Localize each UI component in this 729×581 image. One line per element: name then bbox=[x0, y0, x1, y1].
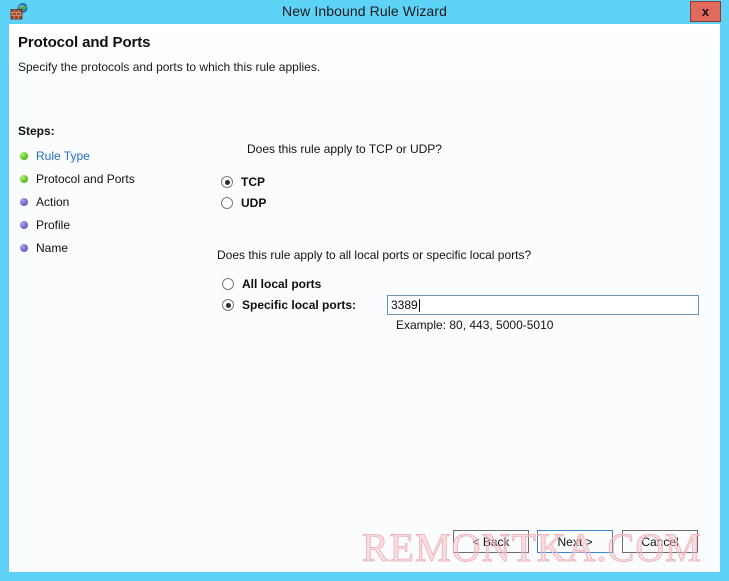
ports-example-hint: Example: 80, 443, 5000-5010 bbox=[396, 318, 554, 332]
radio-option-specific-local-ports[interactable]: Specific local ports: bbox=[222, 297, 356, 313]
step-label: Profile bbox=[36, 218, 71, 232]
step-bullet-icon bbox=[20, 198, 28, 206]
step-bullet-icon bbox=[20, 175, 28, 183]
step-item-action[interactable]: Action bbox=[18, 194, 69, 210]
step-bullet-icon bbox=[20, 152, 28, 160]
title-bar[interactable]: New Inbound Rule Wizard x bbox=[0, 0, 729, 22]
steps-heading: Steps: bbox=[18, 124, 55, 138]
step-label: Action bbox=[36, 195, 70, 209]
ports-question: Does this rule apply to all local ports … bbox=[217, 248, 532, 262]
content-pane: Does this rule apply to TCP or UDP? TCP … bbox=[209, 80, 720, 572]
radio-option-all-local-ports[interactable]: All local ports bbox=[222, 276, 321, 292]
specific-ports-value: 3389 bbox=[391, 298, 418, 312]
step-item-rule-type[interactable]: Rule Type bbox=[18, 148, 90, 164]
specific-ports-input[interactable]: 3389 bbox=[387, 295, 699, 315]
protocol-question: Does this rule apply to TCP or UDP? bbox=[247, 142, 442, 156]
page-title: Protocol and Ports bbox=[18, 34, 151, 51]
step-label: Name bbox=[36, 241, 69, 255]
radio-label: UDP bbox=[241, 196, 267, 210]
radio-option-udp[interactable]: UDP bbox=[221, 195, 266, 211]
step-label[interactable]: Rule Type bbox=[36, 149, 90, 163]
radio-label: All local ports bbox=[242, 277, 322, 291]
page-header: Protocol and Ports Specify the protocols… bbox=[9, 24, 720, 80]
radio-icon[interactable] bbox=[221, 197, 233, 209]
back-button[interactable]: < Back bbox=[453, 530, 529, 553]
step-item-profile[interactable]: Profile bbox=[18, 217, 70, 233]
cancel-button[interactable]: Cancel bbox=[622, 530, 698, 553]
step-item-protocol-and-ports[interactable]: Protocol and Ports bbox=[18, 171, 135, 187]
step-bullet-icon bbox=[20, 221, 28, 229]
radio-icon[interactable] bbox=[221, 176, 233, 188]
radio-label: Specific local ports: bbox=[242, 298, 357, 312]
step-item-name[interactable]: Name bbox=[18, 240, 68, 256]
close-icon[interactable]: x bbox=[690, 1, 721, 22]
step-bullet-icon bbox=[20, 244, 28, 252]
radio-icon[interactable] bbox=[222, 278, 234, 290]
steps-sidebar: Steps: Rule Type Protocol and Ports Acti… bbox=[9, 80, 209, 572]
dialog-body: Protocol and Ports Specify the protocols… bbox=[9, 24, 720, 572]
dialog-footer: < Back Next > Cancel bbox=[9, 516, 720, 572]
radio-icon[interactable] bbox=[222, 299, 234, 311]
radio-option-tcp[interactable]: TCP bbox=[221, 174, 265, 190]
radio-label: TCP bbox=[241, 175, 265, 189]
wizard-window: New Inbound Rule Wizard x Protocol and P… bbox=[0, 0, 729, 581]
window-title: New Inbound Rule Wizard bbox=[282, 3, 447, 19]
step-label: Protocol and Ports bbox=[36, 172, 135, 186]
page-subtitle: Specify the protocols and ports to which… bbox=[18, 60, 321, 74]
next-button[interactable]: Next > bbox=[537, 530, 613, 553]
text-caret bbox=[418, 298, 420, 312]
